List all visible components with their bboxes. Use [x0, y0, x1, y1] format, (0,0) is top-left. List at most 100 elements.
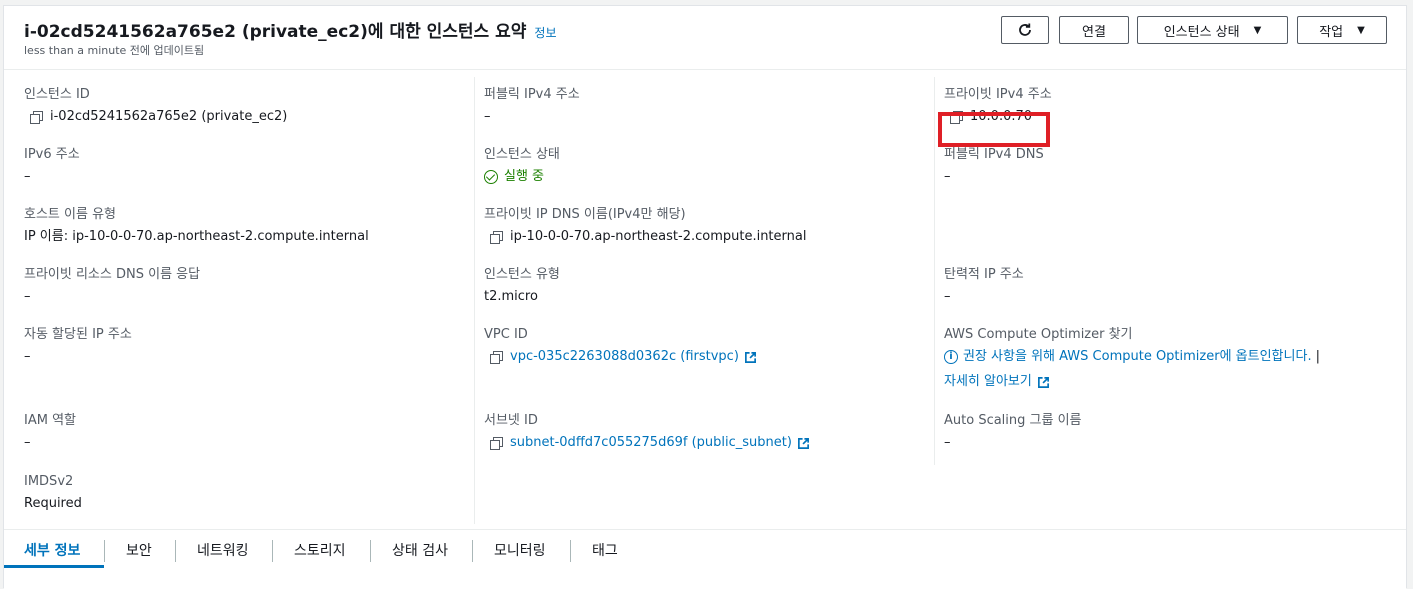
instance-state-button-label: 인스턴스 상태 — [1163, 24, 1240, 40]
asg-name-field: Auto Scaling 그룹 이름 – — [944, 412, 1384, 452]
compute-optimizer-field: AWS Compute Optimizer 찾기 i 권장 사항을 위해 AWS… — [944, 326, 1384, 391]
field-label: 자동 할당된 IP 주소 — [24, 327, 132, 342]
copy-icon[interactable] — [30, 111, 43, 124]
instance-state-value: 실행 중 — [504, 169, 545, 184]
active-tab-indicator — [4, 565, 104, 568]
tab-separator — [472, 540, 473, 562]
field-value: subnet-0dffd7c055275d69f (public_subnet) — [484, 434, 924, 452]
field-label: Auto Scaling 그룹 이름 — [944, 413, 1082, 428]
field-value: – — [24, 349, 31, 364]
field-label: 서브넷 ID — [484, 413, 538, 428]
field-value: IP 이름: ip-10-0-0-70.ap-northeast-2.compu… — [24, 229, 369, 244]
actions-button-label: 작업 — [1319, 24, 1344, 40]
external-link-icon[interactable] — [797, 437, 809, 449]
tab-separator — [370, 540, 371, 562]
field-value: – — [944, 169, 951, 184]
tab-security[interactable]: 보안 — [126, 540, 152, 562]
caret-down-icon: ▼ — [1357, 24, 1365, 36]
field-value: i-02cd5241562a765e2 (private_ec2) — [24, 108, 464, 126]
field-value: vpc-035c2263088d0362c (firstvpc) — [484, 348, 924, 366]
field-label: 프라이빗 IP DNS 이름(IPv4만 해당) — [484, 207, 686, 222]
auto-ip-field: 자동 할당된 IP 주소 – — [24, 326, 464, 366]
instance-id-value: i-02cd5241562a765e2 (private_ec2) — [50, 109, 288, 124]
field-value: – — [24, 435, 31, 450]
detail-tabs: 세부 정보 보안 네트워킹 스토리지 상태 검사 모니터링 태그 — [4, 529, 1406, 589]
field-label: IMDSv2 — [24, 474, 74, 489]
private-dns-answer-field: 프라이빗 리소스 DNS 이름 응답 – — [24, 266, 464, 306]
info-link[interactable]: 정보 — [534, 26, 556, 40]
instance-state-button[interactable]: 인스턴스 상태 ▼ — [1137, 16, 1288, 44]
separator: | — [1315, 349, 1320, 364]
private-dns-value: ip-10-0-0-70.ap-northeast-2.compute.inte… — [510, 229, 807, 244]
vpc-id-field: VPC ID vpc-035c2263088d0362c (firstvpc) — [484, 326, 924, 366]
actions-button[interactable]: 작업 ▼ — [1297, 16, 1387, 44]
field-label: 인스턴스 상태 — [484, 147, 560, 162]
refresh-icon — [1019, 23, 1031, 36]
field-label: AWS Compute Optimizer 찾기 — [944, 327, 1133, 342]
field-label: VPC ID — [484, 327, 528, 342]
tab-separator — [570, 540, 571, 562]
column-divider — [934, 77, 935, 465]
tab-storage[interactable]: 스토리지 — [294, 540, 346, 562]
field-value: i 권장 사항을 위해 AWS Compute Optimizer에 옵트인합니… — [944, 348, 1384, 366]
copy-icon[interactable] — [490, 351, 503, 364]
field-label: 퍼블릭 IPv4 주소 — [484, 87, 580, 102]
tab-monitoring[interactable]: 모니터링 — [494, 540, 546, 562]
field-label: 인스턴스 ID — [24, 87, 90, 102]
instance-state-field: 인스턴스 상태 실행 중 — [484, 146, 924, 186]
page-title: i-02cd5241562a765e2 (private_ec2)에 대한 인스… — [24, 17, 557, 42]
page-title-text: i-02cd5241562a765e2 (private_ec2)에 대한 인스… — [24, 22, 527, 42]
external-link-icon[interactable] — [744, 351, 756, 363]
last-updated-text: less than a minute 전에 업데이트됨 — [24, 44, 205, 57]
imdsv2-field: IMDSv2 Required — [24, 473, 464, 513]
refresh-button[interactable] — [1001, 16, 1049, 44]
instance-id-field: 인스턴스 ID i-02cd5241562a765e2 (private_ec2… — [24, 86, 464, 126]
summary-header: i-02cd5241562a765e2 (private_ec2)에 대한 인스… — [4, 6, 1406, 70]
instance-summary-panel: i-02cd5241562a765e2 (private_ec2)에 대한 인스… — [3, 5, 1407, 589]
elastic-ip-field: 탄력적 IP 주소 – — [944, 266, 1384, 306]
status-badge: 실행 중 — [484, 168, 924, 186]
field-value: – — [24, 169, 31, 184]
tab-status-checks[interactable]: 상태 검사 — [392, 540, 448, 562]
public-dns-field: 퍼블릭 IPv4 DNS – — [944, 146, 1384, 186]
copy-icon[interactable] — [490, 437, 503, 450]
optimizer-opt-in-link[interactable]: 권장 사항을 위해 AWS Compute Optimizer에 옵트인합니다. — [963, 348, 1312, 366]
private-dns-field: 프라이빗 IP DNS 이름(IPv4만 해당) ip-10-0-0-70.ap… — [484, 206, 924, 246]
field-value: – — [944, 289, 951, 304]
caret-down-icon: ▼ — [1253, 24, 1262, 36]
tab-details[interactable]: 세부 정보 — [24, 540, 80, 562]
connect-button-label: 연결 — [1082, 24, 1106, 40]
public-ipv4-field: 퍼블릭 IPv4 주소 – — [484, 86, 924, 126]
connect-button[interactable]: 연결 — [1059, 16, 1129, 44]
field-label: 인스턴스 유형 — [484, 267, 560, 282]
copy-icon[interactable] — [490, 231, 503, 244]
field-value: 자세히 알아보기 — [944, 373, 1384, 391]
instance-type-field: 인스턴스 유형 t2.micro — [484, 266, 924, 306]
tab-networking[interactable]: 네트워킹 — [197, 540, 249, 562]
details-grid: 인스턴스 ID i-02cd5241562a765e2 (private_ec2… — [4, 71, 1406, 526]
hostname-type-field: 호스트 이름 유형 IP 이름: ip-10-0-0-70.ap-northea… — [24, 206, 464, 246]
field-label: 프라이빗 리소스 DNS 이름 응답 — [24, 267, 201, 282]
external-link-icon[interactable] — [1037, 376, 1049, 388]
vpc-link[interactable]: vpc-035c2263088d0362c (firstvpc) — [510, 348, 739, 366]
field-value: – — [24, 289, 31, 304]
tab-tags[interactable]: 태그 — [592, 540, 618, 562]
iam-role-field: IAM 역할 – — [24, 412, 464, 452]
info-icon: i — [944, 350, 958, 364]
learn-more-link[interactable]: 자세히 알아보기 — [944, 373, 1032, 391]
field-value: – — [944, 435, 951, 450]
subnet-link[interactable]: subnet-0dffd7c055275d69f (public_subnet) — [510, 434, 792, 452]
field-label: 탄력적 IP 주소 — [944, 267, 1024, 282]
column-divider — [474, 77, 475, 524]
subnet-id-field: 서브넷 ID subnet-0dffd7c055275d69f (public_… — [484, 412, 924, 452]
field-label: IPv6 주소 — [24, 147, 80, 162]
field-label: 프라이빗 IPv4 주소 — [944, 87, 1052, 102]
tab-separator — [104, 540, 105, 562]
field-value: t2.micro — [484, 289, 538, 304]
field-label: 호스트 이름 유형 — [24, 207, 116, 222]
field-value: Required — [24, 496, 82, 511]
ipv6-field: IPv6 주소 – — [24, 146, 464, 186]
field-label: IAM 역할 — [24, 413, 76, 428]
tab-separator — [175, 540, 176, 562]
field-label: 퍼블릭 IPv4 DNS — [944, 147, 1044, 162]
